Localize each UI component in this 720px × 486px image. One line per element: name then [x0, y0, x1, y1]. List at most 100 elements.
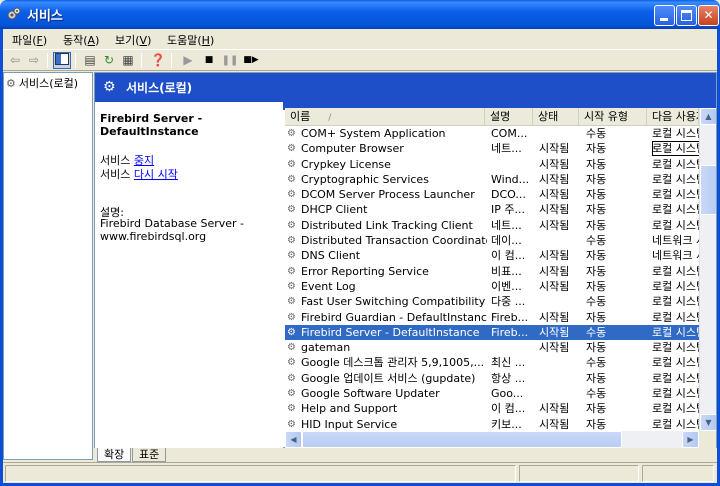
table-row[interactable]: ⚙ Distributed Link Tracking Client 네트... 시작… — [285, 218, 700, 233]
table-row[interactable]: ⚙Google 업데이트 서비스 (gupdate) 항상 ... 자동 로컬 시스템 — [285, 371, 700, 386]
help-icon[interactable]: ❓ — [149, 52, 167, 69]
service-status-cell: 시작됨 — [539, 218, 570, 232]
close-icon: ✕ — [703, 8, 714, 22]
column-header-status[interactable]: 상태 — [533, 108, 579, 126]
tree-item-services-local[interactable]: ⚙ 서비스(로컬) — [6, 75, 78, 91]
start-icon[interactable]: ▶ — [179, 52, 197, 69]
pause-icon[interactable]: ❚❚ — [221, 52, 239, 69]
forward-icon[interactable]: ⇨ — [25, 52, 43, 69]
table-row[interactable]: ⚙HID Input Service 키보... 시작됨 자동 로컬 시스템 — [285, 417, 700, 432]
service-status-cell: 시작됨 — [539, 188, 570, 202]
service-logon-cell: 로컬 시스템 — [652, 310, 700, 324]
table-row[interactable]: ⚙Event Log 이벤... 시작됨 자동 로컬 시스템 — [285, 279, 700, 294]
table-row[interactable]: ⚙ Firebird Guardian - DefaultInstance Fire… — [285, 310, 700, 325]
table-row[interactable]: ⚙Google Software Updater Goo... 수동 로컬 시스템 — [285, 386, 700, 401]
table-row[interactable]: ⚙ Google 데스크톱 관리자 5,9,1005,... 최신 ... 수동 로컬 … — [285, 355, 700, 370]
service-gear-icon: ⚙ — [287, 357, 296, 369]
service-status-cell — [539, 294, 581, 309]
refresh-icon[interactable]: ↻ — [100, 52, 118, 69]
scroll-down-icon: ▼ — [705, 418, 712, 427]
toolbar: ⇦ ⇨ ▤ ↻ ▦ ❓ ▶ ■ ❚❚ ■▶ — [3, 49, 717, 71]
service-startup-type-cell: 자동 — [586, 371, 607, 385]
sort-ascending-icon: / — [328, 113, 332, 123]
close-button[interactable]: ✕ — [698, 5, 719, 26]
service-description-cell: Fireb... — [491, 310, 529, 324]
service-name-cell: ⚙ Google Software Updater — [287, 387, 440, 401]
service-logon-cell: 로컬 시스템 — [652, 341, 700, 355]
service-status-cell — [539, 355, 581, 370]
status-pane-main — [5, 465, 516, 482]
service-gear-icon: ⚙ — [287, 388, 296, 400]
maximize-button[interactable] — [676, 5, 697, 26]
service-startup-type-cell: 자동 — [586, 249, 607, 263]
menu-file[interactable]: 파일(F) — [12, 32, 47, 48]
column-header-startup-type[interactable]: 시작 유형 — [579, 108, 647, 126]
service-logon-cell: 로컬 시스템 — [652, 188, 700, 202]
title-bar[interactable]: 서비스 ✕ — [0, 0, 720, 29]
service-logon-cell: 네트워크 서비스 — [652, 249, 700, 263]
properties-icon[interactable]: ▤ — [81, 52, 99, 69]
scroll-left-button[interactable]: ◀ — [285, 431, 302, 448]
vertical-scroll-thumb[interactable] — [700, 165, 716, 215]
service-description-cell: 최신 ... — [491, 356, 526, 370]
service-gear-icon: ⚙ — [287, 189, 296, 201]
maximize-icon — [681, 10, 692, 21]
horizontal-scroll-thumb[interactable] — [302, 431, 622, 448]
restart-service-link[interactable]: 다시 시작 — [134, 168, 178, 181]
service-logon-cell: 로컬 시스템 — [652, 279, 700, 293]
service-startup-type-cell: 자동 — [586, 341, 607, 355]
services-gear-icon: ⚙ — [6, 77, 16, 90]
table-row[interactable]: ⚙Error Reporting Service 비표... 시작됨 자동 로컬 시스템 — [285, 264, 700, 279]
service-logon-cell: 로컬 시스템 — [652, 141, 700, 157]
table-row[interactable]: ⚙DNS Client 이 컴... 시작됨 자동 네트워크 서비스 — [285, 248, 700, 263]
service-name-cell: ⚙ Event Log — [287, 279, 356, 293]
menu-help[interactable]: 도움말(H) — [167, 32, 214, 48]
tab-standard[interactable]: 표준 — [132, 448, 167, 462]
detail-restart-line: 서비스 다시 시작 — [100, 168, 178, 181]
service-status-cell: 시작됨 — [539, 172, 570, 186]
back-icon[interactable]: ⇦ — [6, 52, 24, 69]
column-header-name[interactable]: 이름 / — [285, 108, 485, 126]
column-header-description[interactable]: 설명 — [485, 108, 533, 126]
service-startup-type-cell: 수동 — [586, 325, 607, 339]
minimize-button[interactable] — [654, 5, 675, 26]
table-row[interactable]: ⚙Crypkey License 시작됨 자동 로컬 시스템 — [285, 157, 700, 172]
service-gear-icon: ⚙ — [287, 173, 296, 185]
menu-view[interactable]: 보기(V) — [115, 32, 151, 48]
service-description-cell — [491, 340, 535, 355]
service-description-cell: 이 컴... — [491, 249, 526, 263]
table-row[interactable]: ⚙ Distributed Transaction Coordinator 데이..… — [285, 233, 700, 248]
table-row[interactable]: ⚙ Firebird Server - DefaultInstance Fireb.… — [285, 324, 700, 341]
service-name-cell: ⚙ DNS Client — [287, 249, 361, 263]
service-gear-icon: ⚙ — [287, 311, 296, 323]
restart-icon[interactable]: ■▶ — [242, 52, 260, 69]
service-startup-type-cell: 수동 — [586, 234, 607, 248]
table-row[interactable]: ⚙Help and Support 이 컴... 시작됨 자동 로컬 시스템 — [285, 401, 700, 416]
table-row[interactable]: ⚙ DCOM Server Process Launcher DCO... 시작됨 자동… — [285, 187, 700, 202]
vertical-scrollbar[interactable]: ▲ ▼ — [699, 108, 716, 431]
scroll-down-button[interactable]: ▼ — [700, 414, 716, 431]
scroll-right-button[interactable]: ▶ — [682, 431, 699, 448]
table-row[interactable]: ⚙ Fast User Switching Compatibility 다중 ...… — [285, 294, 700, 309]
scroll-up-button[interactable]: ▲ — [700, 108, 716, 125]
view-tabs: 확장 표준 — [94, 448, 717, 462]
table-row[interactable]: ⚙Computer Browser 네트... 시작됨 자동 로컬 시스템 — [285, 141, 700, 157]
service-logon-cell: 네트워크 서비스 — [652, 234, 700, 248]
table-row[interactable]: ⚙COM+ System Application COM... 수동 로컬 시스템 — [285, 126, 700, 141]
export-list-icon[interactable]: ▦ — [119, 52, 137, 69]
service-logon-cell: 로컬 시스템 — [652, 295, 700, 309]
show-hide-tree-icon[interactable] — [53, 52, 71, 69]
stop-icon[interactable]: ■ — [200, 52, 218, 69]
service-gear-icon: ⚙ — [287, 219, 296, 231]
scroll-right-icon: ▶ — [687, 435, 694, 444]
service-description-cell: Fireb... — [491, 325, 529, 339]
service-name-cell: ⚙ Help and Support — [287, 402, 398, 416]
table-row[interactable]: ⚙DHCP Client IP 주... 시작됨 자동 로컬 시스템 — [285, 202, 700, 217]
table-row[interactable]: ⚙gateman 시작됨 자동 로컬 시스템 — [285, 340, 700, 355]
service-gear-icon: ⚙ — [287, 280, 296, 292]
horizontal-scrollbar[interactable]: ◀ ▶ — [285, 431, 699, 448]
column-header-logon-as[interactable]: 다음 사용자 — [647, 108, 699, 126]
table-row[interactable]: ⚙ Cryptographic Services Wind... 시작됨 자동 로컬 시스… — [285, 172, 700, 187]
menu-action[interactable]: 동작(A) — [63, 32, 99, 48]
tab-extended[interactable]: 확장 — [97, 448, 132, 462]
